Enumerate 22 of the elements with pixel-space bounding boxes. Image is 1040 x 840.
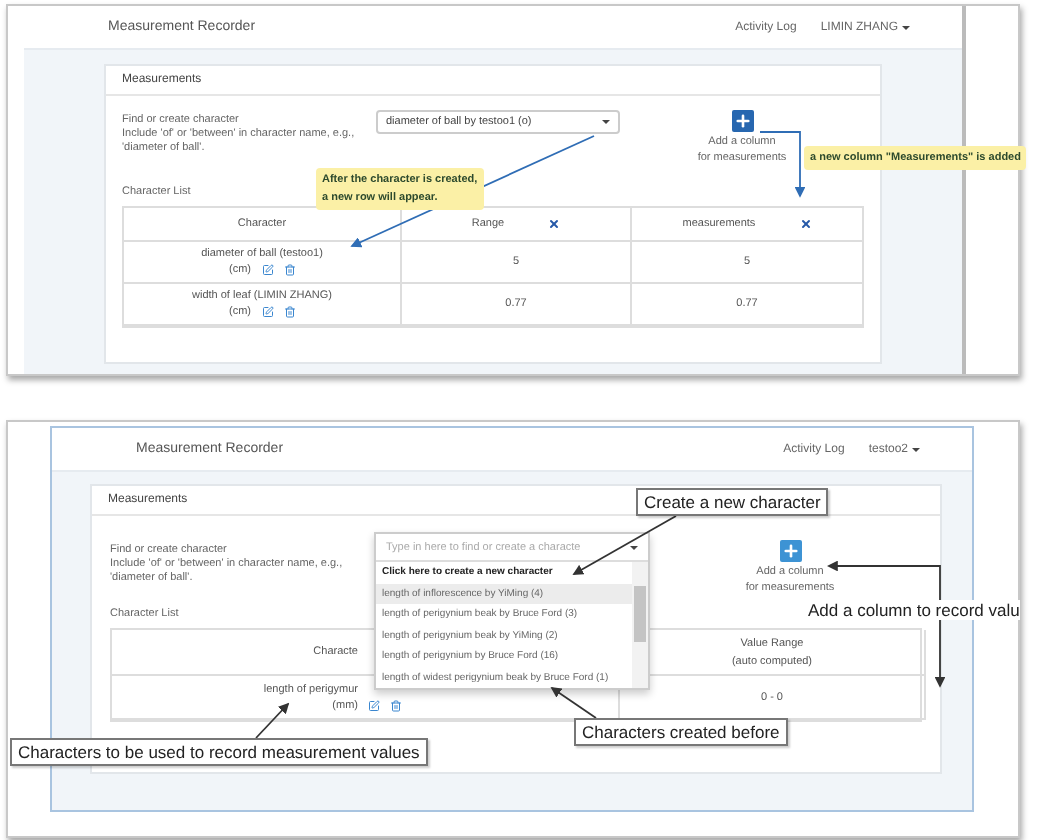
- character-dropdown[interactable]: [374, 532, 650, 690]
- caret-icon: [630, 545, 638, 549]
- remove-column-icon[interactable]: [799, 218, 812, 230]
- callout-text: Characters created before: [582, 722, 780, 742]
- caret-icon: [902, 25, 910, 29]
- edit-icon[interactable]: [368, 699, 380, 711]
- caret-icon: [912, 447, 920, 451]
- delete-icon[interactable]: [283, 306, 295, 318]
- caret-icon: [602, 120, 610, 124]
- remove-column-icon[interactable]: [548, 218, 561, 230]
- arrow: [255, 702, 290, 739]
- callout-text: Create a new character: [644, 492, 821, 512]
- callout-text: Add a column to record valu: [808, 600, 1020, 620]
- callout-text: Characters to be used to record measurement values: [18, 742, 420, 762]
- scrollbar[interactable]: [632, 562, 648, 688]
- edit-icon[interactable]: [261, 306, 273, 318]
- add-column-button[interactable]: [731, 110, 753, 132]
- delete-icon[interactable]: [390, 699, 402, 711]
- delete-icon[interactable]: [283, 264, 295, 276]
- arrow: [550, 687, 597, 719]
- edit-icon[interactable]: [261, 264, 273, 276]
- add-column-button[interactable]: [779, 540, 801, 562]
